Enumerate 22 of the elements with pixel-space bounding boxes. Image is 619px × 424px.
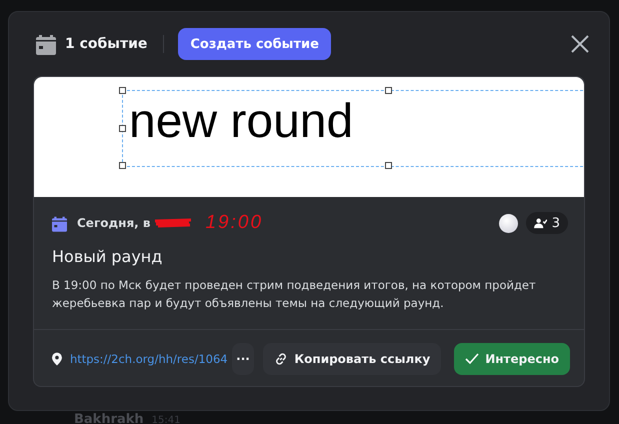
create-event-button[interactable]: Создать событие [178,28,331,60]
calendar-icon [52,214,67,232]
event-title: Новый раунд [52,247,164,266]
close-icon[interactable] [570,34,590,54]
check-icon [465,353,480,365]
message-author: Bakhrakh [74,413,144,424]
copy-link-button[interactable]: Копировать ссылку [263,343,442,375]
event-description: В 19:00 по Мск будет проведен стрим подведения итогов, на котором пройдет жеребьевка пар и будут объявлены темы на следующий раунд. [52,277,537,312]
more-button[interactable]: ··· [232,343,254,375]
scribble-mark [153,217,194,229]
interested-button[interactable]: Интересно [454,343,570,375]
person-check-icon [534,218,547,228]
handwritten-time: 19:00 [205,212,264,234]
interested-count: 3 [552,216,560,230]
link-icon [274,352,288,366]
avatar [498,214,518,232]
location-link[interactable]: https://2ch.org/hh/res/1064 [70,352,228,366]
location-pin-icon [52,350,62,368]
calendar-icon [36,33,56,55]
event-date: Сегодня, в [77,216,150,230]
cover-text: new round [129,94,354,150]
event-count: 1 событие [65,36,148,52]
